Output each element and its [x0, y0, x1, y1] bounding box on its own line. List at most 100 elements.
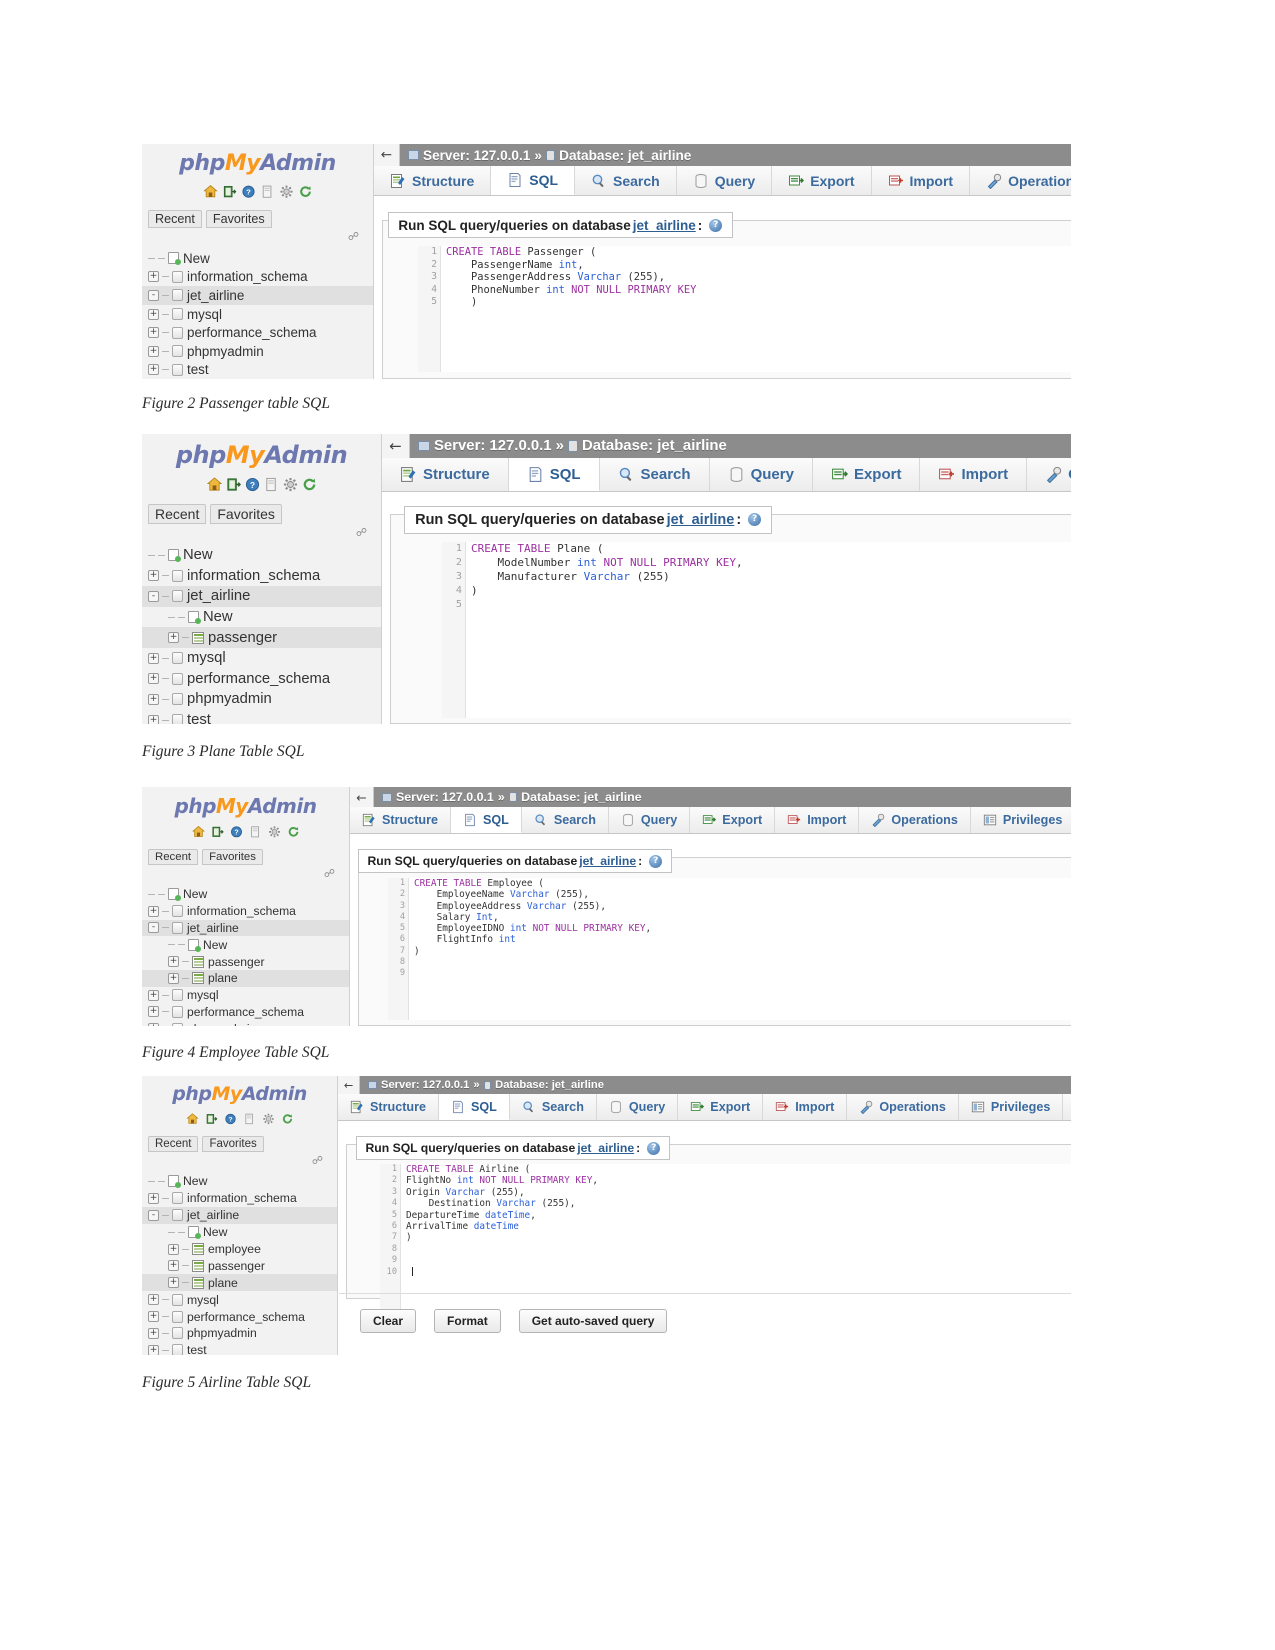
tree-node-mysql[interactable]: + mysql [142, 648, 381, 669]
tree-toggle-expand[interactable]: + [148, 693, 159, 705]
tab-sql[interactable]: SQL [508, 458, 600, 491]
help-icon[interactable] [748, 513, 762, 527]
breadcrumb-server[interactable]: Server: 127.0.0.1 [434, 438, 552, 454]
tree-toggle-expand[interactable]: + [148, 345, 159, 357]
tree-node-phpmyadmin[interactable]: + phpmyadmin [142, 689, 381, 710]
docs-icon[interactable] [264, 477, 279, 496]
server-exit-icon[interactable] [211, 825, 224, 841]
help-icon[interactable]: ? [224, 1113, 236, 1128]
tree-toggle-collapse[interactable]: - [148, 289, 159, 301]
tree-toggle-expand[interactable]: + [148, 364, 159, 376]
format-button[interactable]: Format [434, 1309, 501, 1333]
tree-node-new[interactable]: New [142, 249, 373, 268]
breadcrumb-database[interactable]: Database: jet_airline [495, 1079, 604, 1091]
home-icon[interactable] [202, 184, 218, 201]
tree-node-performance_schema[interactable]: + performance_schema [142, 1308, 337, 1325]
breadcrumb-server[interactable]: Server: 127.0.0.1 [396, 790, 494, 804]
link-with-main-panel-icon[interactable]: ☍ [142, 228, 373, 243]
back-button[interactable]: ← [338, 1076, 360, 1094]
breadcrumb-server[interactable]: Server: 127.0.0.1 [423, 148, 530, 163]
tab-search[interactable]: Search [521, 807, 609, 833]
tab-favorites[interactable]: Favorites [202, 1136, 264, 1152]
tree-toggle-expand[interactable]: + [168, 972, 179, 984]
tab-structure[interactable]: Structure [338, 1094, 439, 1120]
tab-operations[interactable]: Operations [970, 166, 1071, 195]
tree-toggle-collapse[interactable]: - [148, 1209, 159, 1221]
tree-toggle-expand[interactable]: + [168, 956, 179, 968]
tree-toggle-expand[interactable]: + [168, 1260, 179, 1272]
link-with-main-panel-icon[interactable]: ☍ [142, 1152, 337, 1167]
tree-node-passenger[interactable]: + passenger [142, 627, 381, 648]
tree-node-jet_airline[interactable]: - jet_airline [142, 1206, 337, 1224]
tab-query[interactable]: Query [709, 458, 813, 491]
tree-node-new[interactable]: New [142, 1224, 337, 1241]
tree-toggle-expand[interactable]: + [148, 905, 159, 917]
tab-operations[interactable]: Operations [1027, 458, 1071, 491]
get-auto-saved-query-button[interactable]: Get auto-saved query [518, 1309, 668, 1333]
legend-database-name[interactable]: jet_airline [577, 1141, 634, 1155]
tab-recent[interactable]: Recent [148, 210, 202, 228]
tab-recent[interactable]: Recent [148, 504, 207, 524]
tab-structure[interactable]: Structure [374, 166, 492, 195]
tree-toggle-expand[interactable]: + [168, 1243, 179, 1255]
help-icon[interactable] [647, 1141, 661, 1155]
tree-toggle-expand[interactable]: + [148, 1327, 159, 1339]
tree-node-mysql[interactable]: + mysql [142, 305, 373, 324]
tree-node-new[interactable]: New [142, 545, 381, 566]
tree-node-test[interactable]: + test [142, 1342, 337, 1355]
help-icon[interactable] [649, 854, 663, 868]
tree-node-information_schema[interactable]: + information_schema [142, 268, 373, 287]
tab-favorites[interactable]: Favorites [202, 849, 263, 865]
tab-import[interactable]: Import [775, 807, 860, 833]
back-button[interactable]: ← [374, 144, 400, 166]
tree-node-test[interactable]: + test [142, 361, 373, 379]
breadcrumb-database[interactable]: Database: jet_airline [582, 438, 727, 454]
tree-node-mysql[interactable]: + mysql [142, 987, 349, 1004]
tree-toggle-expand[interactable]: + [148, 1294, 159, 1306]
tab-operations[interactable]: Operations [847, 1094, 959, 1120]
tree-node-plane[interactable]: + plane [142, 969, 349, 987]
refresh-icon[interactable] [281, 1113, 293, 1128]
clear-button[interactable]: Clear [360, 1309, 417, 1333]
tree-node-passenger[interactable]: + passenger [142, 1257, 337, 1274]
tree-node-new[interactable]: New [142, 886, 349, 903]
breadcrumb-server[interactable]: Server: 127.0.0.1 [381, 1079, 469, 1091]
sql-editor[interactable]: 1 2 3 4 5 CREATE TABLE Passenger ( PassengerN… [418, 246, 1071, 372]
tree-node-new[interactable]: New [142, 936, 349, 953]
tree-toggle-expand[interactable]: + [148, 673, 159, 685]
server-exit-icon[interactable] [205, 1113, 217, 1128]
tree-toggle-expand[interactable]: + [148, 652, 159, 664]
tree-toggle-expand[interactable]: + [148, 1023, 159, 1026]
tab-favorites[interactable]: Favorites [205, 210, 272, 228]
tree-toggle-expand[interactable]: + [148, 271, 159, 283]
tree-toggle-expand[interactable]: + [148, 1344, 159, 1355]
tree-toggle-expand[interactable]: + [148, 327, 159, 339]
tree-node-phpmyadmin[interactable]: + phpmyadmin [142, 1325, 337, 1342]
tree-toggle-expand[interactable]: + [148, 1006, 159, 1018]
settings-icon[interactable] [279, 184, 293, 201]
tab-sql[interactable]: SQL [450, 807, 522, 833]
tab-export[interactable]: Export [678, 1094, 764, 1120]
help-icon[interactable] [709, 218, 723, 232]
tab-structure[interactable]: Structure [382, 458, 509, 491]
link-with-main-panel-icon[interactable]: ☍ [142, 524, 381, 539]
legend-database-name[interactable]: jet_airline [579, 854, 636, 868]
server-exit-icon[interactable] [226, 477, 241, 496]
tree-node-performance_schema[interactable]: + performance_schema [142, 669, 381, 690]
tab-sql[interactable]: SQL [438, 1094, 510, 1120]
tree-toggle-expand[interactable]: + [168, 632, 179, 644]
tab-export[interactable]: Export [772, 166, 872, 195]
back-button[interactable]: ← [350, 787, 374, 807]
sql-code-area[interactable]: CREATE TABLE Airline (FlightNo int NOT N… [401, 1164, 1071, 1326]
tab-import[interactable]: Import [871, 166, 971, 195]
tree-node-employee[interactable]: + employee [142, 1241, 337, 1258]
link-with-main-panel-icon[interactable]: ☍ [142, 865, 349, 880]
tree-toggle-expand[interactable]: + [148, 989, 159, 1001]
server-exit-icon[interactable] [222, 184, 236, 201]
tree-node-mysql[interactable]: + mysql [142, 1291, 337, 1308]
help-icon[interactable]: ? [245, 477, 260, 496]
tab-privileges[interactable]: Privileges [970, 807, 1071, 833]
tree-node-new[interactable]: New [142, 607, 381, 628]
tab-query[interactable]: Query [596, 1094, 679, 1120]
sql-editor[interactable]: 1 2 3 4 5 6 7 8 9 10 CREATE TABLE Airline (FlightN… [380, 1164, 1071, 1326]
